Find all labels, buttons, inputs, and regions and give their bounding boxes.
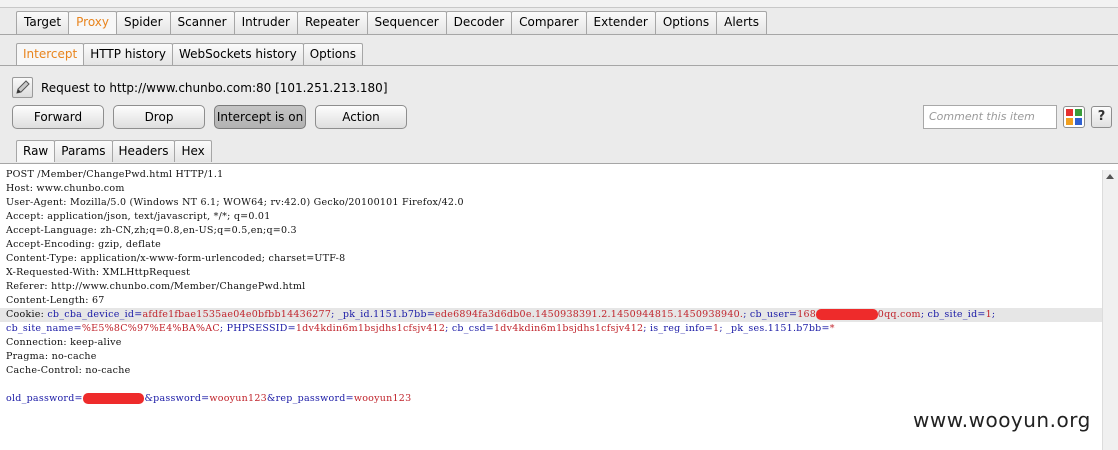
cookie-key: cb_site_name=	[6, 323, 82, 334]
editor-vertical-scrollbar[interactable]	[1102, 170, 1118, 450]
highlight-color-button[interactable]	[1063, 106, 1085, 128]
header-cookie-line1: Cookie: cb_cba_device_id=afdfe1fbae1535a…	[0, 308, 1102, 322]
tab-proxy[interactable]: Proxy	[68, 11, 117, 34]
header-host: Host: www.chunbo.com	[6, 183, 125, 194]
cookie-key: ; _pk_ses.1151.b7bb=	[719, 323, 830, 334]
cookie-value: *	[829, 323, 835, 334]
cookie-key: ; _pk_id.1151.b7bb=	[331, 309, 436, 320]
cookie-value: 0qq.com	[877, 309, 921, 320]
intercept-toggle-button[interactable]: Intercept is on	[214, 105, 306, 129]
subtab-intercept[interactable]: Intercept	[16, 43, 85, 65]
tab-sequencer[interactable]: Sequencer	[366, 11, 447, 34]
main-tab-divider	[0, 34, 1118, 35]
tab-repeater[interactable]: Repeater	[296, 11, 368, 34]
tab-decoder[interactable]: Decoder	[445, 11, 513, 34]
header-cache-control: Cache-Control: no-cache	[6, 365, 131, 376]
watermark-text: www.wooyun.org	[913, 408, 1091, 432]
body-param-value: wooyun123	[209, 393, 267, 404]
tab-intruder[interactable]: Intruder	[233, 11, 298, 34]
request-target-info: Request to http://www.chunbo.com:80 [101…	[41, 81, 388, 95]
main-tab-bar: Target Proxy Spider Scanner Intruder Rep…	[16, 11, 767, 34]
cookie-value: 1dv4kdin6m1bsjdhs1cfsjv412	[493, 323, 644, 334]
cookie-key: ; PHPSESSID=	[219, 323, 296, 334]
view-tab-headers[interactable]: Headers	[111, 140, 176, 162]
window-top-strip	[0, 0, 1118, 8]
cookie-value: afdfe1fbae1535ae04e0bfbb14436277	[142, 309, 332, 320]
header-user-agent: User-Agent: Mozilla/5.0 (Windows NT 6.1;…	[6, 197, 464, 208]
tab-extender[interactable]: Extender	[585, 11, 656, 34]
body-param-key: &password=	[144, 393, 210, 404]
scroll-up-arrow-icon[interactable]	[1106, 174, 1114, 179]
body-param-key: old_password=	[6, 393, 83, 404]
header-referer: Referer: http://www.chunbo.com/Member/Ch…	[6, 281, 306, 292]
header-content-type: Content-Type: application/x-www-form-url…	[6, 253, 346, 264]
subtab-http-history[interactable]: HTTP history	[83, 43, 174, 65]
subtab-divider	[0, 65, 1118, 66]
tab-scanner[interactable]: Scanner	[169, 11, 235, 34]
cookie-key: ; cb_user=	[743, 309, 798, 320]
forward-button[interactable]: Forward	[12, 105, 104, 129]
request-body: old_password=xxxxxxxxxxx&password=wooyun…	[6, 392, 411, 406]
proxy-subtab-bar: Intercept HTTP history WebSockets histor…	[16, 43, 363, 65]
tab-target[interactable]: Target	[16, 11, 70, 34]
cookie-value: %E5%8C%97%E4%BA%AC	[81, 323, 220, 334]
cookie-key: ; cb_site_id=	[920, 309, 986, 320]
view-tab-params[interactable]: Params	[54, 140, 113, 162]
tab-comparer[interactable]: Comparer	[511, 11, 587, 34]
tab-options[interactable]: Options	[654, 11, 718, 34]
cookie-key: cb_cba_device_id=	[47, 309, 143, 320]
action-button[interactable]: Action	[315, 105, 407, 129]
view-tab-hex[interactable]: Hex	[174, 140, 212, 162]
tab-spider[interactable]: Spider	[116, 11, 171, 34]
cookie-key: ; cb_csd=	[445, 323, 494, 334]
body-param-value: wooyun123	[353, 393, 412, 404]
cookie-key: ; is_reg_info=	[643, 323, 714, 334]
body-param-key: &rep_password=	[266, 393, 354, 404]
redaction-mark: xxxxxxxxxxx	[82, 393, 145, 404]
message-view-tab-bar: Raw Params Headers Hex	[16, 140, 212, 162]
comment-input[interactable]: Comment this item	[923, 105, 1057, 129]
help-button[interactable]: ?	[1091, 106, 1112, 128]
subtab-options[interactable]: Options	[302, 43, 363, 65]
header-pragma: Pragma: no-cache	[6, 351, 97, 362]
request-line: POST /Member/ChangePwd.html HTTP/1.1	[6, 169, 224, 180]
raw-request-editor[interactable]: POST /Member/ChangePwd.html HTTP/1.1 Hos…	[0, 163, 1118, 450]
cookie-label: Cookie:	[6, 309, 48, 320]
redaction-mark: xxxxxxxxxxx	[816, 309, 878, 320]
header-accept: Accept: application/json, text/javascrip…	[6, 211, 271, 222]
header-accept-language: Accept-Language: zh-CN,zh;q=0.8,en-US;q=…	[6, 225, 297, 236]
tab-alerts[interactable]: Alerts	[716, 11, 767, 34]
cookie-value: 1dv4kdin6m1bsjdhs1cfsjv412	[295, 323, 446, 334]
header-accept-encoding: Accept-Encoding: gzip, deflate	[6, 239, 161, 250]
subtab-websockets-history[interactable]: WebSockets history	[172, 43, 304, 65]
cookie-value: ede6894fa3d6db0e.1450938391.2.1450944815…	[435, 309, 744, 320]
color-grid-icon	[1066, 109, 1082, 125]
view-tab-raw[interactable]: Raw	[16, 140, 56, 162]
header-connection: Connection: keep-alive	[6, 337, 122, 348]
header-x-requested-with: X-Requested-With: XMLHttpRequest	[6, 267, 191, 278]
edit-pencil-icon[interactable]	[12, 77, 33, 98]
header-content-length: Content-Length: 67	[6, 295, 105, 306]
drop-button[interactable]: Drop	[113, 105, 205, 129]
cookie-value: 168	[797, 309, 817, 320]
header-cookie-line2: cb_site_name=%E5%8C%97%E4%BA%AC; PHPSESS…	[6, 322, 835, 336]
